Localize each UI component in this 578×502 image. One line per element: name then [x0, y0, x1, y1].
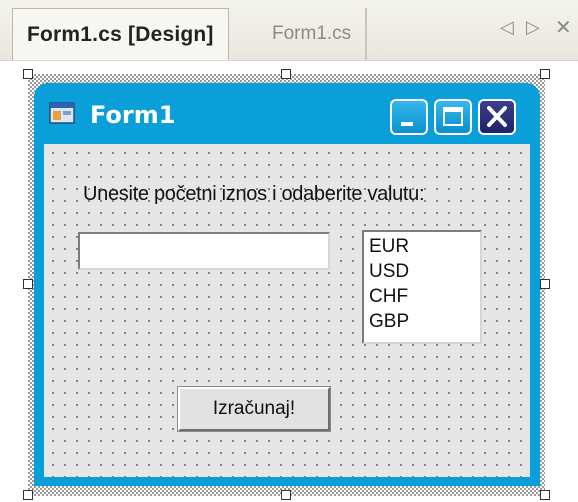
close-icon	[487, 106, 507, 127]
tab-form1-design[interactable]: Form1.cs [Design]	[12, 8, 229, 60]
list-item[interactable]: GBP	[369, 309, 480, 334]
currency-listbox[interactable]: EUR USD CHF GBP	[362, 230, 482, 344]
scroll-tabs-left-icon[interactable]: ◁	[500, 18, 514, 36]
tab-form1-design-label: Form1.cs [Design]	[27, 22, 214, 46]
minimize-button[interactable]	[390, 99, 428, 135]
tab-form1-code[interactable]: Form1.cs	[258, 8, 368, 60]
form-title: Form1	[90, 101, 176, 129]
resize-grip-bottom[interactable]	[281, 490, 291, 500]
resize-grip-top-left	[23, 69, 33, 79]
list-item[interactable]: USD	[369, 259, 480, 284]
list-item[interactable]: EUR	[369, 234, 480, 259]
close-tab-icon[interactable]: ✕	[555, 18, 572, 38]
document-tab-strip: Form1.cs [Design] Form1.cs ◁ ▷ ✕	[0, 0, 578, 61]
close-button[interactable]	[478, 99, 516, 135]
minimize-icon	[401, 122, 413, 126]
resize-grip-bottom-right[interactable]	[540, 490, 550, 500]
resize-grip-top-right	[540, 69, 550, 79]
prompt-label: Unesite početni iznos i odaberite valutu…	[83, 183, 425, 205]
resize-grip-bottom-left	[23, 490, 33, 500]
calculate-button[interactable]: Izračunaj!	[177, 386, 331, 432]
list-item[interactable]: CHF	[369, 284, 480, 309]
resize-grip-top	[281, 69, 291, 79]
amount-input[interactable]	[78, 232, 330, 270]
form-app-icon	[49, 102, 75, 124]
form-title-bar[interactable]: Form1	[34, 83, 540, 143]
scroll-tabs-right-icon[interactable]: ▷	[526, 18, 540, 36]
tab-form1-code-label: Form1.cs	[272, 23, 352, 44]
maximize-button[interactable]	[434, 99, 472, 135]
resize-grip-left	[23, 279, 33, 289]
maximize-icon	[443, 107, 463, 126]
resize-grip-right[interactable]	[540, 279, 550, 289]
